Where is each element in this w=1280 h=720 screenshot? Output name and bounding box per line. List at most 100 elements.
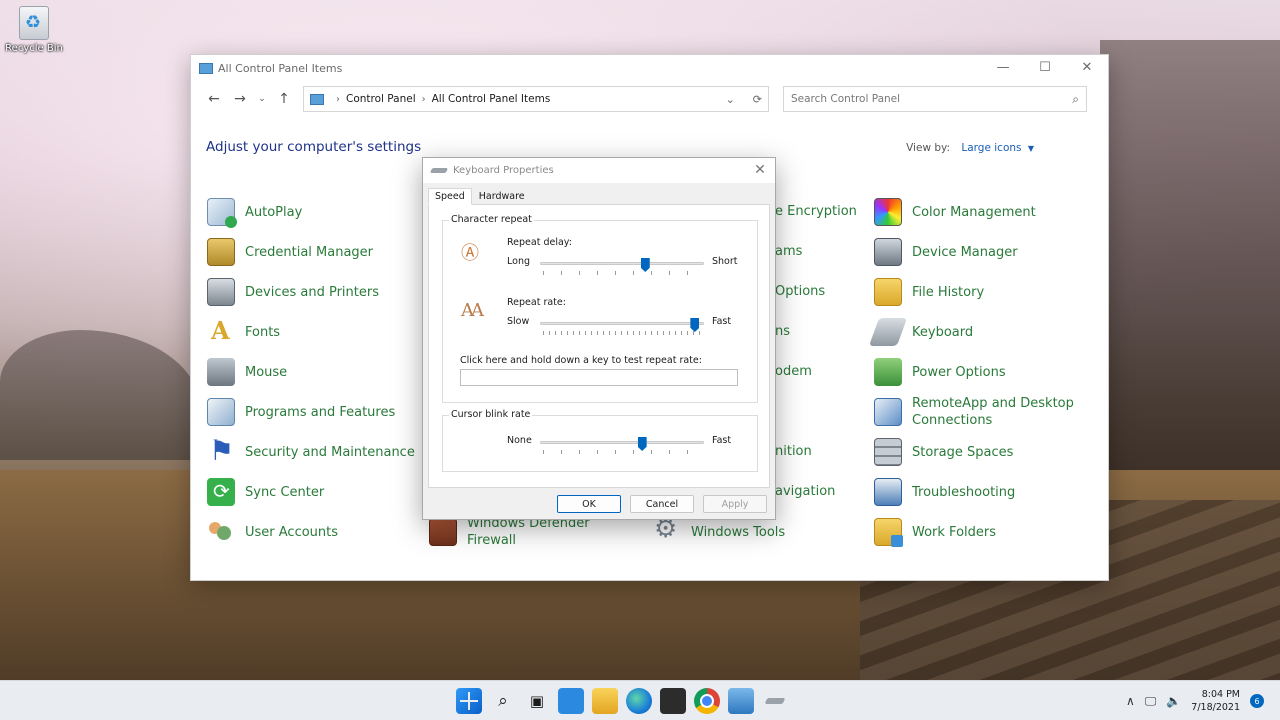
item-remoteapp[interactable]: RemoteApp and Desktop Connections: [874, 395, 1074, 429]
item-notification-icons-partial[interactable]: ns: [775, 323, 790, 340]
back-button[interactable]: ←: [201, 87, 227, 111]
search-box[interactable]: ⌕: [783, 86, 1087, 112]
item-label: avigation: [775, 484, 836, 499]
view-by-dropdown[interactable]: Large icons: [961, 142, 1021, 154]
recycle-bin-shortcut[interactable]: Recycle Bin: [4, 6, 64, 54]
cancel-button[interactable]: Cancel: [630, 495, 694, 513]
item-speech-recognition-partial[interactable]: nition: [775, 443, 812, 460]
file-explorer-icon[interactable]: [592, 688, 618, 714]
window-titlebar[interactable]: All Control Panel Items: [191, 55, 1108, 81]
item-windows-tools[interactable]: Windows Tools: [653, 514, 785, 546]
item-device-manager[interactable]: Device Manager: [874, 238, 1018, 266]
chevron-down-icon[interactable]: ⌄: [726, 93, 735, 106]
item-bitlocker-partial[interactable]: e Encryption: [775, 203, 857, 220]
cursor-blink-group: Cursor blink rate None Fast: [442, 409, 758, 472]
forward-button[interactable]: →: [227, 87, 253, 111]
item-taskbar-navigation-partial[interactable]: avigation: [775, 483, 835, 500]
item-label: Device Manager: [912, 244, 1018, 260]
gear-icon: [653, 514, 681, 546]
volume-icon[interactable]: 🔈: [1166, 694, 1181, 708]
item-storage-spaces[interactable]: Storage Spaces: [874, 438, 1013, 466]
item-phone-modem-partial[interactable]: odem: [775, 363, 812, 380]
cursor-blink-slider-thumb[interactable]: [637, 437, 647, 451]
character-repeat-group: Character repeat Ⓐ Repeat delay: Long Sh…: [442, 214, 758, 403]
item-internet-options-partial[interactable]: Options: [775, 283, 825, 300]
printer-icon: [207, 278, 235, 306]
chrome-icon[interactable]: [694, 688, 720, 714]
item-security-maintenance[interactable]: Security and Maintenance: [207, 434, 415, 467]
dialog-close-button[interactable]: ✕: [751, 161, 769, 179]
caret-down-icon[interactable]: ▼: [1028, 144, 1034, 153]
keyboard-icon[interactable]: [762, 688, 788, 714]
apply-button[interactable]: Apply: [703, 495, 767, 513]
item-work-folders[interactable]: Work Folders: [874, 518, 996, 547]
dialog-tabs: Speed Hardware: [428, 188, 532, 205]
item-label: Devices and Printers: [245, 284, 379, 300]
repeat-delay-slider-track[interactable]: [540, 262, 704, 265]
recent-locations-button[interactable]: ⌄: [253, 87, 271, 111]
repeat-rate-slider-track[interactable]: [540, 322, 704, 325]
dialog-titlebar[interactable]: Keyboard Properties: [423, 158, 775, 183]
storage-icon: [874, 438, 902, 466]
ok-button[interactable]: OK: [557, 495, 621, 513]
item-windows-defender-firewall[interactable]: Windows Defender Firewall: [429, 515, 590, 549]
page-title: Adjust your computer's settings: [206, 139, 422, 155]
item-programs-features[interactable]: Programs and Features: [207, 398, 395, 426]
mouse-icon: [207, 358, 235, 386]
item-sync-center[interactable]: Sync Center: [207, 478, 324, 506]
breadcrumb-control-panel[interactable]: Control Panel: [346, 93, 416, 105]
repeat-rate-max-label: Fast: [712, 316, 732, 327]
item-label-line1: RemoteApp and Desktop: [912, 396, 1074, 411]
item-default-programs-partial[interactable]: ams: [775, 243, 802, 260]
tray-chevron-icon[interactable]: ∧: [1126, 694, 1135, 708]
recycle-bin-label: Recycle Bin: [5, 43, 63, 54]
close-button[interactable]: ✕: [1066, 55, 1108, 79]
troubleshoot-icon: [874, 478, 902, 506]
item-credential-manager[interactable]: Credential Manager: [207, 238, 373, 266]
test-repeat-input[interactable]: [460, 369, 738, 386]
repeat-delay-slider-thumb[interactable]: [640, 258, 650, 272]
item-keyboard[interactable]: Keyboard: [868, 318, 973, 346]
repeat-rate-slider-thumb[interactable]: [690, 318, 700, 332]
group-title: Character repeat: [449, 214, 534, 225]
minimize-button[interactable]: —: [982, 55, 1024, 79]
item-label: Programs and Features: [245, 404, 396, 420]
item-power-options[interactable]: Power Options: [874, 358, 1006, 386]
item-autoplay[interactable]: AutoPlay: [207, 198, 302, 228]
widgets-icon[interactable]: [558, 688, 584, 714]
tab-speed[interactable]: Speed: [428, 188, 472, 205]
breadcrumb-all-items[interactable]: All Control Panel Items: [432, 93, 551, 105]
clock[interactable]: 8:04 PM 7/18/2021: [1191, 688, 1240, 714]
refresh-icon[interactable]: ⟳: [753, 93, 762, 106]
item-devices-printers[interactable]: Devices and Printers: [207, 278, 379, 306]
test-repeat-label: Click here and hold down a key to test r…: [460, 355, 702, 366]
maximize-button[interactable]: ☐: [1024, 55, 1066, 79]
item-mouse[interactable]: Mouse: [207, 358, 287, 386]
store-icon[interactable]: [660, 688, 686, 714]
item-label: Fonts: [245, 324, 281, 340]
search-icon[interactable]: ⌕: [1072, 92, 1079, 107]
start-icon[interactable]: [456, 688, 482, 714]
item-label: RemoteApp and Desktop Connections: [912, 395, 1074, 429]
item-label: Storage Spaces: [912, 444, 1014, 460]
cursor-blink-slider-track[interactable]: [540, 441, 704, 444]
search-icon[interactable]: ⌕: [490, 688, 516, 714]
task-view-icon[interactable]: ▣: [524, 688, 550, 714]
up-button[interactable]: ↑: [271, 87, 297, 111]
tab-hardware[interactable]: Hardware: [472, 188, 532, 205]
control-panel-icon[interactable]: [728, 688, 754, 714]
item-file-history[interactable]: File History: [874, 278, 984, 306]
notification-badge[interactable]: 6: [1250, 694, 1264, 708]
window-controls: — ☐ ✕: [982, 55, 1108, 79]
item-fonts[interactable]: Fonts: [207, 316, 281, 346]
repeat-rate-label: Repeat rate:: [507, 297, 566, 308]
item-color-management[interactable]: Color Management: [874, 198, 1036, 226]
search-input[interactable]: [791, 93, 1073, 105]
repeat-delay-icon: Ⓐ: [461, 243, 479, 264]
network-icon[interactable]: 🖵: [1145, 694, 1157, 709]
edge-icon[interactable]: [626, 688, 652, 714]
item-user-accounts[interactable]: User Accounts: [207, 518, 338, 546]
item-label: File History: [912, 284, 985, 300]
address-bar[interactable]: › Control Panel › All Control Panel Item…: [303, 86, 769, 112]
item-troubleshooting[interactable]: Troubleshooting: [874, 478, 1015, 506]
